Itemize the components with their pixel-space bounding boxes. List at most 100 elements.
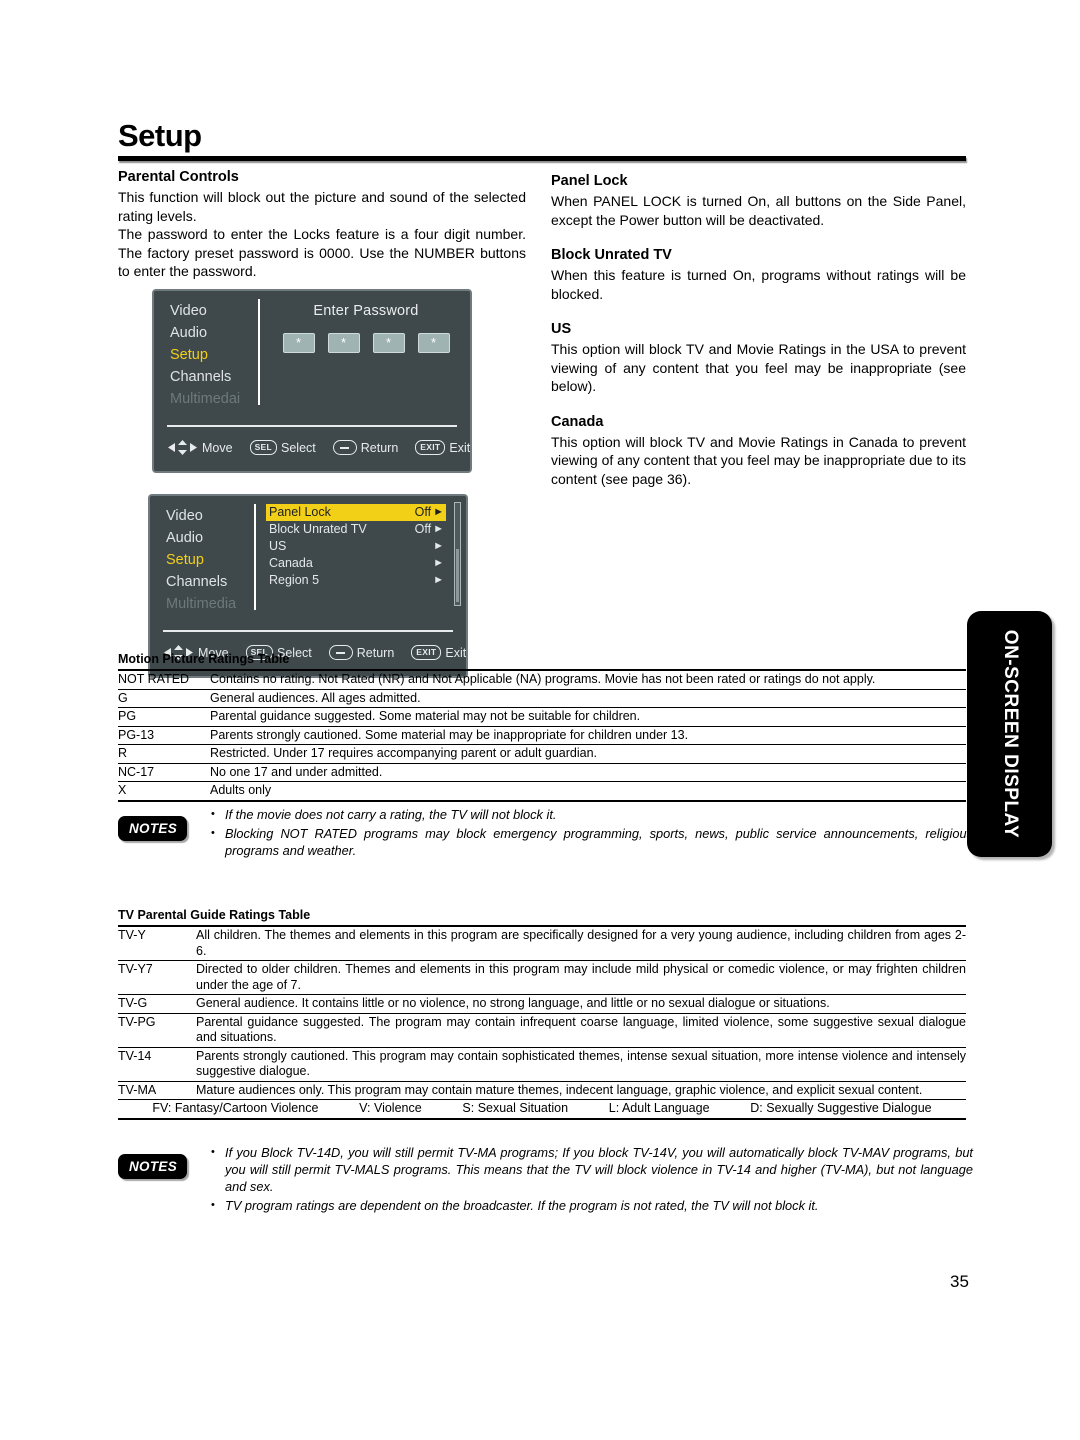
table-row: TV-Y7 Directed to older children. Themes…: [118, 960, 966, 995]
enter-password-label: Enter Password: [313, 302, 419, 319]
section-side-tab: ON-SCREEN DISPLAY: [967, 611, 1052, 857]
menu-item-panel-lock-label: Panel Lock: [269, 504, 331, 519]
rating-desc: Contains no rating. Not Rated (NR) and N…: [210, 669, 966, 690]
table-row: G General audiences. All ages admitted.: [118, 688, 966, 708]
table-row: TV-PG Parental guidance suggested. The p…: [118, 1012, 966, 1048]
rating-desc: Parental guidance suggested. Some materi…: [210, 707, 966, 727]
password-digit-3[interactable]: *: [372, 332, 405, 353]
footer-return-label: Return: [360, 440, 399, 455]
legend-d: D: Sexually Suggestive Dialogue: [750, 1101, 932, 1115]
canada-body: This option will block TV and Movie Rati…: [551, 433, 966, 487]
chevron-right-icon: ►: [433, 573, 444, 586]
osd-menu-nav-item-audio[interactable]: Audio: [166, 527, 254, 549]
lock-settings-list: Panel Lock Off ► Block Unrated TV Off ► …: [266, 503, 446, 589]
osd-nav-item-multimedia[interactable]: Multimedai: [170, 388, 258, 410]
notes-badge: NOTES: [118, 1154, 188, 1179]
movie-ratings-caption: Motion Picture Ratings Table: [118, 652, 290, 666]
tv-rating-code: TV-Y7: [118, 960, 196, 995]
osd-menu-nav-item-multimedia[interactable]: Multimedia: [166, 593, 254, 615]
us-body: This option will block TV and Movie Rati…: [551, 341, 966, 394]
osd-scrollbar[interactable]: [454, 501, 461, 606]
tv-ratings-legend: FV: Fantasy/Cartoon Violence V: Violence…: [118, 1099, 966, 1120]
osd-nav-item-channels[interactable]: Channels: [170, 366, 258, 388]
parental-controls-heading: Parental Controls: [118, 169, 239, 185]
menu-item-canada[interactable]: Canada ►: [266, 555, 446, 572]
chevron-right-icon: ►: [433, 505, 444, 518]
osd-password-footer: Move SEL Select Return EXIT Exit: [167, 424, 470, 463]
movie-ratings-table-block: Motion Picture Ratings Table NOT RATED C…: [118, 652, 966, 802]
notes-block-1: NOTES If the movie does not carry a rati…: [118, 806, 973, 861]
table-row: R Restricted. Under 17 requires accompan…: [118, 744, 966, 764]
tv-ratings-table: TV-Y All children. The themes and elemen…: [118, 925, 966, 1120]
table-row: TV-Y All children. The themes and elemen…: [118, 925, 966, 961]
menu-item-us[interactable]: US ►: [266, 538, 446, 555]
rating-desc: Restricted. Under 17 requires accompanyi…: [210, 744, 966, 764]
osd-nav-item-setup[interactable]: Setup: [170, 344, 258, 366]
us-heading: US: [551, 321, 572, 337]
password-digit-1[interactable]: *: [282, 332, 315, 353]
exit-key-icon: EXIT: [415, 440, 446, 455]
footer-select-label: Select: [281, 440, 316, 455]
note-item: TV program ratings are dependent on the …: [211, 1197, 973, 1214]
menu-item-panel-lock-value: Off: [414, 504, 432, 519]
tv-rating-code: TV-MA: [118, 1080, 196, 1100]
tv-rating-desc: Directed to older children. Themes and e…: [196, 960, 966, 995]
password-digit-row: * * * *: [270, 332, 462, 353]
footer-move-label: Move: [202, 440, 233, 455]
osd-menu-nav: Video Audio Setup Channels Multimedia: [150, 496, 254, 636]
osd-lock-menu-screen: Video Audio Setup Channels Multimedia Pa…: [148, 493, 468, 678]
menu-item-canada-label: Canada: [269, 555, 313, 570]
chevron-right-icon: ►: [433, 522, 444, 535]
left-column: Parental Controls This function will blo…: [118, 168, 526, 678]
osd-menu-nav-item-channels[interactable]: Channels: [166, 571, 254, 593]
parental-controls-para-2: The password to enter the Locks feature …: [118, 226, 526, 279]
rating-code: X: [118, 781, 210, 802]
legend-v: V: Violence: [359, 1101, 422, 1115]
panel-lock-body: When PANEL LOCK is turned On, all button…: [551, 193, 966, 228]
osd-menu-nav-item-setup[interactable]: Setup: [166, 549, 254, 571]
menu-item-block-unrated-tv[interactable]: Block Unrated TV Off ►: [266, 521, 446, 538]
manual-page: Setup Parental Controls This function wi…: [0, 0, 1080, 1440]
note-item: Blocking NOT RATED programs may block em…: [211, 825, 973, 859]
table-row: PG Parental guidance suggested. Some mat…: [118, 707, 966, 727]
note-item: If you Block TV-14D, you will still perm…: [211, 1144, 973, 1195]
section-side-tab-label: ON-SCREEN DISPLAY: [999, 629, 1021, 839]
tv-ratings-table-block: TV Parental Guide Ratings Table TV-Y All…: [118, 908, 966, 1120]
legend-fv: FV: Fantasy/Cartoon Violence: [152, 1101, 319, 1115]
table-row: NC-17 No one 17 and under admitted.: [118, 762, 966, 782]
tv-rating-desc: General audience. It contains little or …: [196, 994, 966, 1014]
osd-password-nav: Video Audio Setup Channels Multimedai: [154, 291, 258, 431]
osd-nav-item-video[interactable]: Video: [170, 300, 258, 322]
password-digit-4[interactable]: *: [417, 332, 450, 353]
block-unrated-tv-heading: Block Unrated TV: [551, 247, 672, 263]
rating-code: NOT RATED: [118, 669, 210, 690]
page-header: Setup: [118, 118, 966, 161]
legend-l: L: Adult Language: [608, 1101, 710, 1115]
footer-select: SEL Select: [249, 440, 316, 455]
menu-item-panel-lock[interactable]: Panel Lock Off ►: [266, 503, 446, 521]
tv-rating-desc: Parents strongly cautioned. This program…: [196, 1046, 966, 1082]
notes-block-2: NOTES If you Block TV-14D, you will stil…: [118, 1144, 973, 1216]
menu-item-region-5[interactable]: Region 5 ►: [266, 572, 446, 589]
tv-rating-code: TV-PG: [118, 1012, 196, 1048]
rating-code: G: [118, 688, 210, 708]
osd-scrollbar-thumb[interactable]: [456, 549, 459, 602]
rating-desc: No one 17 and under admitted.: [210, 762, 966, 782]
legend-s: S: Sexual Situation: [462, 1101, 569, 1115]
osd-nav-item-audio[interactable]: Audio: [170, 322, 258, 344]
title-divider: [118, 156, 966, 161]
table-row: TV-MA Mature audiences only. This progra…: [118, 1080, 966, 1100]
page-title: Setup: [118, 118, 202, 153]
table-row: TV-14 Parents strongly cautioned. This p…: [118, 1046, 966, 1082]
notes-list-2: If you Block TV-14D, you will still perm…: [187, 1144, 973, 1216]
tv-rating-code: TV-14: [118, 1046, 196, 1082]
tv-rating-desc: Parental guidance suggested. The program…: [196, 1012, 966, 1048]
tv-ratings-caption: TV Parental Guide Ratings Table: [118, 908, 311, 922]
notes-badge: NOTES: [118, 816, 188, 841]
password-digit-2[interactable]: *: [327, 332, 360, 353]
table-row: X Adults only: [118, 781, 966, 802]
table-row: TV-G General audience. It contains littl…: [118, 994, 966, 1014]
footer-exit: EXIT Exit: [415, 440, 470, 455]
osd-menu-nav-item-video[interactable]: Video: [166, 505, 254, 527]
arrow-cluster-icon: [167, 440, 198, 455]
